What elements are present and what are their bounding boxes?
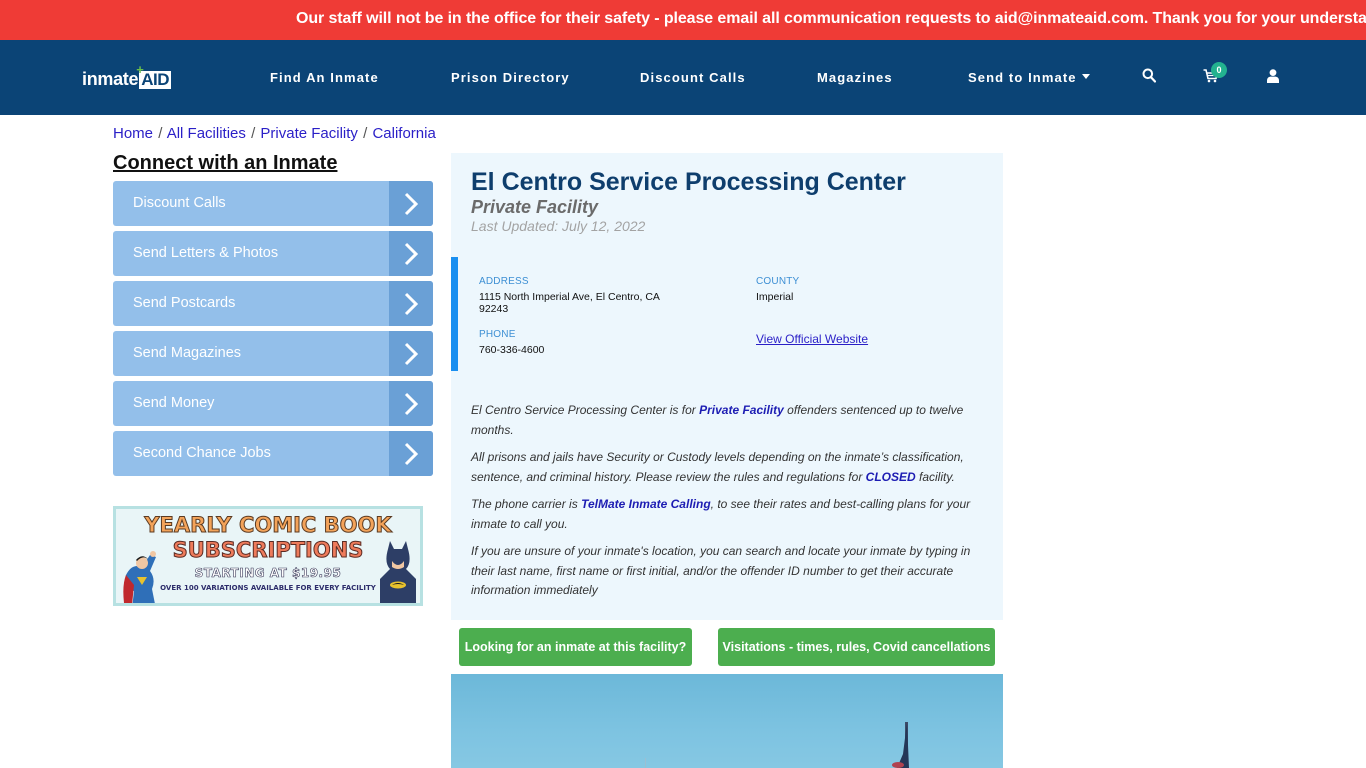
- ad-headline-1: YEARLY COMIC BOOK: [144, 513, 392, 538]
- county-label: COUNTY: [756, 276, 800, 287]
- sidebar-item-send-money[interactable]: Send Money: [113, 381, 433, 426]
- facility-photo: [451, 674, 1003, 768]
- facility-info-box: ADDRESS 1115 North Imperial Ave, El Cent…: [451, 257, 1003, 371]
- sidebar-item-label: Send Postcards: [133, 295, 236, 311]
- sidebar-item-label: Second Chance Jobs: [133, 445, 271, 461]
- nav-discount-calls[interactable]: Discount Calls: [640, 70, 746, 85]
- sidebar-title: Connect with an Inmate: [113, 152, 338, 174]
- description-paragraph: The phone carrier is TelMate Inmate Call…: [471, 497, 971, 531]
- breadcrumb-separator: /: [251, 125, 256, 142]
- breadcrumb-california[interactable]: California: [372, 125, 435, 142]
- chevron-right-icon: [389, 431, 433, 476]
- sidebar-item-second-chance-jobs[interactable]: Second Chance Jobs: [113, 431, 433, 476]
- county-value: Imperial: [756, 291, 794, 303]
- chevron-right-icon: [389, 381, 433, 426]
- sidebar-item-label: Send Money: [133, 395, 215, 411]
- nav-prison-directory[interactable]: Prison Directory: [451, 70, 570, 85]
- ad-headline-2: SUBSCRIPTIONS: [172, 538, 364, 563]
- breadcrumb-home[interactable]: Home: [113, 125, 153, 142]
- logo-plus-icon: +: [136, 62, 144, 77]
- search-icon[interactable]: [1142, 68, 1157, 88]
- nav-send-to-inmate-label: Send to Inmate: [968, 70, 1077, 85]
- ad-price: STARTING AT $19.95: [194, 566, 342, 581]
- sidebar-item-label: Send Magazines: [133, 345, 242, 361]
- nav-send-to-inmate[interactable]: Send to Inmate: [968, 70, 1090, 85]
- sidebar-menu: Discount Calls Send Letters & Photos Sen…: [113, 181, 433, 481]
- nav-magazines[interactable]: Magazines: [817, 70, 893, 85]
- phone-carrier-link[interactable]: TelMate Inmate Calling: [581, 497, 711, 511]
- phone-label: PHONE: [479, 329, 516, 340]
- ad-tagline: OVER 100 VARIATIONS AVAILABLE FOR EVERY …: [160, 584, 376, 592]
- last-updated: Last Updated: July 12, 2022: [471, 218, 646, 234]
- official-website-link[interactable]: View Official Website: [756, 332, 868, 346]
- alert-banner: Our staff will not be in the office for …: [0, 0, 1366, 40]
- sidebar-item-send-magazines[interactable]: Send Magazines: [113, 331, 433, 376]
- caret-down-icon: [1081, 74, 1090, 80]
- facility-type: Private Facility: [471, 197, 599, 217]
- security-level-link[interactable]: CLOSED: [866, 470, 916, 484]
- breadcrumb-separator: /: [363, 125, 368, 142]
- chevron-right-icon: [389, 331, 433, 376]
- address-line-1: 1115 North Imperial Ave, El Centro, CA: [479, 291, 660, 303]
- facility-description: El Centro Service Processing Center is f…: [471, 401, 981, 609]
- nav-find-inmate[interactable]: Find An Inmate: [270, 70, 379, 85]
- breadcrumb: Home / All Facilities / Private Facility…: [113, 125, 436, 142]
- address-label: ADDRESS: [479, 276, 529, 287]
- facility-card: El Centro Service Processing Center Priv…: [451, 153, 1003, 620]
- navbar: inmate + AID Find An Inmate Prison Direc…: [0, 40, 1366, 115]
- sidebar-item-send-letters-photos[interactable]: Send Letters & Photos: [113, 231, 433, 276]
- user-icon[interactable]: [1267, 69, 1279, 88]
- chevron-right-icon: [389, 281, 433, 326]
- breadcrumb-all-facilities[interactable]: All Facilities: [167, 125, 246, 142]
- logo[interactable]: inmate + AID: [82, 62, 171, 89]
- sidebar-item-label: Discount Calls: [133, 195, 226, 211]
- chevron-right-icon: [389, 231, 433, 276]
- sidebar-item-discount-calls[interactable]: Discount Calls: [113, 181, 433, 226]
- sidebar-item-send-postcards[interactable]: Send Postcards: [113, 281, 433, 326]
- find-inmate-button[interactable]: Looking for an inmate at this facility?: [459, 628, 692, 666]
- address-line-2: 92243: [479, 303, 509, 315]
- sidebar-item-label: Send Letters & Photos: [133, 245, 279, 261]
- cart-count-badge: 0: [1211, 62, 1227, 78]
- phone-value: 760-336-4600: [479, 344, 545, 356]
- description-paragraph: If you are unsure of your inmate's locat…: [471, 544, 971, 597]
- visitations-button[interactable]: Visitations - times, rules, Covid cancel…: [718, 628, 995, 666]
- private-facility-link[interactable]: Private Facility: [699, 403, 784, 417]
- comic-subscription-ad[interactable]: YEARLY COMIC BOOK SUBSCRIPTIONS STARTING…: [113, 506, 423, 606]
- chevron-right-icon: [389, 181, 433, 226]
- flagpole-icon: [645, 722, 909, 768]
- alert-text: Our staff will not be in the office for …: [296, 10, 1366, 27]
- breadcrumb-private-facility[interactable]: Private Facility: [260, 125, 358, 142]
- logo-mark: + AID: [136, 62, 171, 89]
- description-paragraph: All prisons and jails have Security or C…: [471, 450, 964, 484]
- logo-word: inmate: [82, 69, 139, 89]
- breadcrumb-separator: /: [158, 125, 163, 142]
- superhero-right-image: [378, 539, 418, 603]
- description-paragraph: El Centro Service Processing Center is f…: [471, 403, 964, 437]
- facility-name: El Centro Service Processing Center: [471, 168, 906, 196]
